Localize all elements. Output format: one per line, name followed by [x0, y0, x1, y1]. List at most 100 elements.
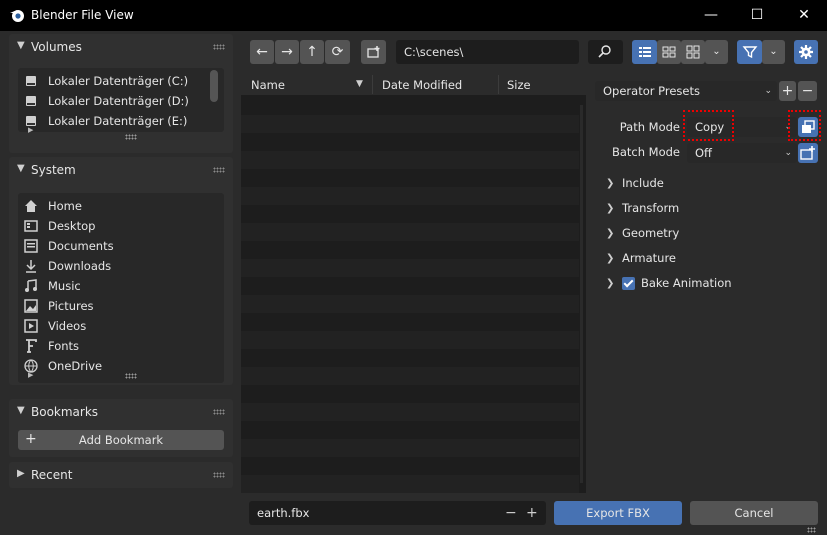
documents-icon [24, 239, 38, 253]
batch-own-dir-toggle[interactable] [798, 143, 818, 163]
cancel-button[interactable]: Cancel [690, 501, 818, 525]
new-directory-button[interactable] [361, 40, 386, 64]
music-icon [25, 279, 37, 292]
videos-icon [24, 319, 38, 333]
window-resize-grip-icon[interactable] [807, 527, 816, 533]
pictures-icon [24, 299, 38, 313]
drag-grip-icon[interactable] [213, 409, 225, 415]
new-folder-icon [366, 46, 379, 58]
volumes-header[interactable]: ▼ Volumes [9, 34, 233, 60]
batch-mode-value: Off [695, 146, 712, 160]
column-separator[interactable] [372, 75, 373, 94]
decrement-filename-button[interactable]: − [505, 501, 517, 525]
expand-arrow-icon[interactable]: ▶ [28, 371, 33, 379]
column-separator[interactable] [498, 75, 499, 94]
sidebar-item-fonts[interactable]: Fonts [23, 336, 79, 356]
downloads-icon [26, 260, 36, 273]
batch-mode-dropdown[interactable]: Off ⌄ [687, 143, 797, 163]
minimize-button[interactable]: — [688, 0, 734, 31]
forward-button[interactable]: → [275, 40, 299, 64]
file-row-stripe [241, 439, 579, 457]
recent-header[interactable]: ▶ Recent [9, 462, 233, 488]
column-name[interactable]: Name [251, 78, 285, 92]
bookmarks-panel: ▼ Bookmarks + Add Bookmark [9, 399, 233, 457]
increment-filename-button[interactable]: + [526, 501, 538, 525]
refresh-button[interactable]: ⟳ [325, 40, 350, 64]
add-bookmark-button[interactable]: + Add Bookmark [18, 430, 224, 450]
chevron-right-icon: ▶ [17, 468, 25, 479]
parent-directory-button[interactable]: ↑ [300, 40, 324, 64]
resize-grip-icon[interactable] [125, 373, 137, 379]
system-header[interactable]: ▼ System [9, 157, 233, 183]
chevron-down-icon: ⌄ [712, 46, 721, 57]
section-armature[interactable]: ❯ Armature [606, 248, 676, 268]
sidebar-item-label: Fonts [48, 339, 80, 353]
file-list-scrollbar[interactable] [580, 105, 583, 483]
export-fbx-button[interactable]: Export FBX [554, 501, 682, 525]
file-list[interactable]: Name ▼ Date Modified Size [241, 73, 586, 493]
vertical-list-view-button[interactable] [632, 40, 657, 64]
sidebar-item-downloads[interactable]: Downloads [23, 256, 111, 276]
operator-presets-dropdown[interactable]: Operator Presets ⌄ [595, 81, 777, 101]
sidebar-item-home[interactable]: Home [23, 196, 82, 216]
maximize-button[interactable]: ☐ [734, 0, 780, 31]
chevron-right-icon: ❯ [606, 277, 615, 289]
remove-preset-button[interactable]: − [798, 81, 817, 101]
bake-animation-checkbox[interactable] [622, 276, 635, 290]
horizontal-list-view-button[interactable] [657, 40, 681, 64]
search-button[interactable] [588, 40, 623, 64]
drag-grip-icon[interactable] [213, 167, 225, 173]
column-size[interactable]: Size [507, 78, 531, 92]
minus-icon: − [801, 83, 814, 99]
filename-value: earth.fbx [257, 506, 310, 520]
sidebar-item-videos[interactable]: Videos [23, 316, 86, 336]
sidebar-item-music[interactable]: Music [23, 276, 81, 296]
file-row-stripe [241, 403, 579, 421]
directory-path-input[interactable]: C:\scenes\ [396, 40, 579, 64]
bookmarks-header[interactable]: ▼ Bookmarks [9, 399, 233, 425]
sidebar-item-label: Lokaler Datenträger (C:) [48, 74, 189, 88]
filter-dropdown[interactable]: ⌄ [762, 40, 785, 64]
expand-arrow-icon[interactable]: ▶ [28, 126, 33, 134]
section-transform[interactable]: ❯ Transform [606, 198, 679, 218]
resize-grip-icon[interactable] [125, 134, 137, 140]
file-row-stripe [241, 241, 579, 259]
sidebar-item-desktop[interactable]: Desktop [23, 216, 95, 236]
system-title: System [31, 163, 76, 177]
column-header: Name ▼ Date Modified Size [241, 73, 586, 96]
close-button[interactable]: ✕ [781, 0, 827, 31]
settings-button[interactable] [794, 40, 818, 64]
drag-grip-icon[interactable] [213, 472, 225, 478]
sidebar-item-documents[interactable]: Documents [23, 236, 114, 256]
back-button[interactable]: ← [250, 40, 274, 64]
file-row-stripe [241, 223, 579, 241]
section-label: Geometry [622, 226, 680, 240]
section-include[interactable]: ❯ Include [606, 173, 664, 193]
drive-icon [26, 76, 36, 86]
path-mode-label: Path Mode [619, 120, 680, 134]
sidebar-item-label: Downloads [48, 259, 112, 273]
add-preset-button[interactable]: + [779, 81, 796, 101]
filter-toggle-button[interactable] [737, 40, 762, 64]
chevron-right-icon: ❯ [606, 227, 615, 239]
thumbnail-view-button[interactable] [681, 40, 705, 64]
chevron-down-icon: ⌄ [769, 46, 778, 57]
filename-input[interactable]: earth.fbx − + [249, 501, 546, 525]
sidebar-item-pictures[interactable]: Pictures [23, 296, 94, 316]
sidebar-item-onedrive[interactable]: OneDrive [23, 356, 102, 376]
display-size-dropdown[interactable]: ⌄ [705, 40, 728, 64]
arrow-right-icon: → [281, 44, 293, 60]
drag-grip-icon[interactable] [213, 44, 225, 50]
sidebar-item-label: OneDrive [48, 359, 103, 373]
volumes-title: Volumes [31, 40, 82, 54]
sidebar-item-drive-e[interactable]: Lokaler Datenträger (E:) [23, 111, 187, 131]
sidebar-item-drive-d[interactable]: Lokaler Datenträger (D:) [23, 91, 189, 111]
bookmarks-title: Bookmarks [31, 405, 99, 419]
column-date-modified[interactable]: Date Modified [382, 78, 462, 92]
volumes-scrollbar[interactable] [210, 70, 218, 102]
sort-descending-icon[interactable]: ▼ [356, 79, 363, 89]
sidebar-item-drive-c[interactable]: Lokaler Datenträger (C:) [23, 71, 188, 91]
section-bake-animation[interactable]: ❯ Bake Animation [606, 273, 732, 293]
section-geometry[interactable]: ❯ Geometry [606, 223, 679, 243]
file-row-stripe [241, 151, 579, 169]
